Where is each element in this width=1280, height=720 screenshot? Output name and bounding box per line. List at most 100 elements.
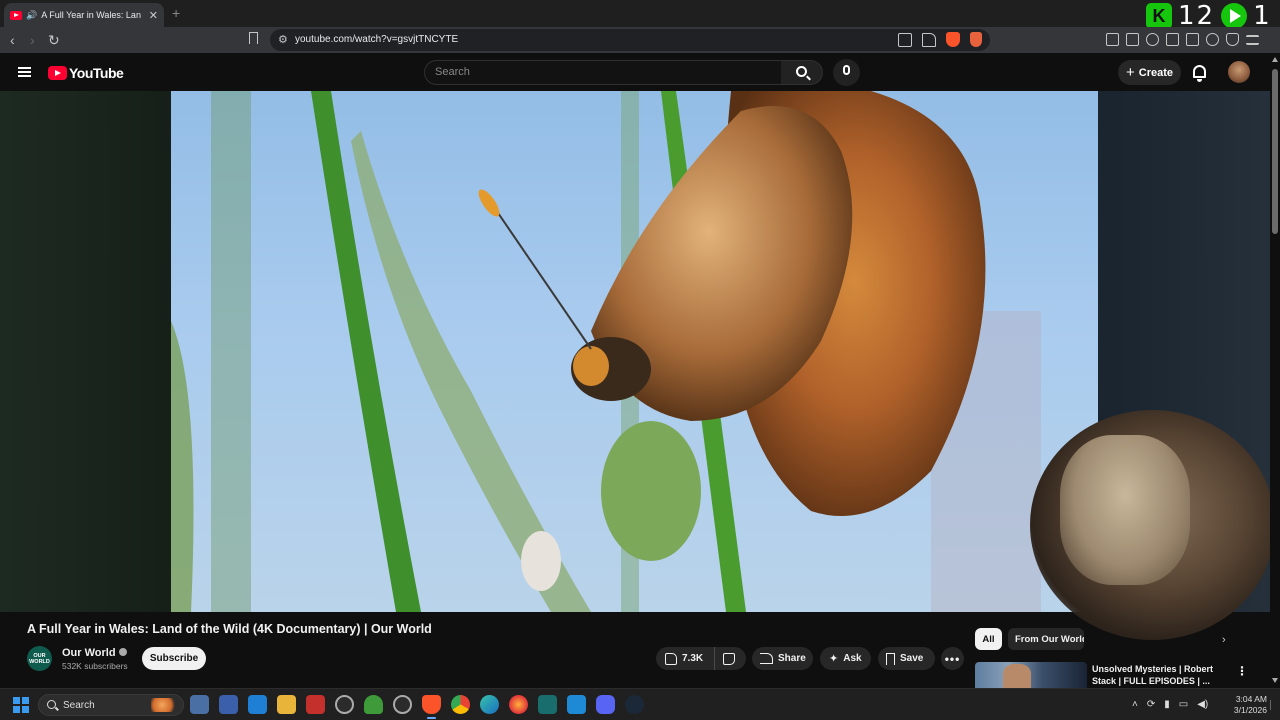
remote-desktop-app-icon[interactable] xyxy=(248,695,267,714)
network-icon[interactable]: ▭ xyxy=(1179,699,1188,710)
show-desktop-icon[interactable] xyxy=(1270,700,1276,710)
sidebar-icon[interactable] xyxy=(1166,33,1179,46)
sparkle-icon: ✦ xyxy=(829,653,839,665)
search-button[interactable] xyxy=(781,60,823,85)
taskbar-time: 3:04 AM xyxy=(1235,694,1267,704)
recommendation-title[interactable]: Unsolved Mysteries | Robert Stack | FULL… xyxy=(1092,663,1222,687)
chatgpt-app-icon[interactable] xyxy=(393,695,412,714)
save-label: Save xyxy=(900,653,924,664)
cast-icon[interactable] xyxy=(898,32,912,47)
scroll-up-icon[interactable] xyxy=(1272,57,1278,62)
address-bar-row: ‹ › ↻ ⚙ youtube.com/watch?v=gsvjtTNCYTE xyxy=(0,27,1280,53)
brave-browser-app-icon[interactable] xyxy=(422,695,441,719)
channel-name-row[interactable]: Our World xyxy=(62,647,127,659)
steam-app-icon[interactable] xyxy=(625,695,644,714)
search-input[interactable] xyxy=(425,61,781,83)
back-icon[interactable]: ‹ xyxy=(10,32,15,48)
channel-name[interactable]: Our World xyxy=(62,647,116,659)
discord-app-icon[interactable] xyxy=(596,695,615,714)
thumbnail-face xyxy=(1003,664,1031,688)
youtube-wordmark: YouTube xyxy=(69,65,124,81)
news-app-icon[interactable] xyxy=(306,695,325,714)
browser-tab-bar: 🔊 A Full Year in Wales: Land of the Wild… xyxy=(0,0,1280,31)
taskbar-date: 3/1/2026 xyxy=(1233,705,1267,715)
extensions-icon[interactable] xyxy=(1106,33,1119,46)
reload-icon[interactable]: ↻ xyxy=(48,32,60,49)
taskbar-clock[interactable]: 3:04 AM 3/1/2026 xyxy=(1231,694,1267,716)
chip-from-our-world[interactable]: From Our World xyxy=(1008,628,1084,650)
windows-start-icon[interactable] xyxy=(13,697,29,713)
thumbs-up-icon xyxy=(665,652,677,665)
scroll-down-icon[interactable] xyxy=(1272,678,1278,683)
channel-avatar[interactable]: OUR WORLD xyxy=(27,646,52,671)
ask-button[interactable]: ✦ Ask xyxy=(820,647,871,670)
overlay-counter: K 12 1 xyxy=(1146,1,1272,31)
url-text[interactable]: youtube.com/watch?v=gsvjtTNCYTE xyxy=(295,34,458,45)
video-frame-butterfly xyxy=(171,91,1041,612)
chrome-app-icon[interactable] xyxy=(451,695,470,714)
thumbs-down-icon[interactable] xyxy=(723,652,735,665)
forward-icon[interactable]: › xyxy=(30,32,35,48)
shield-app-icon[interactable] xyxy=(364,695,383,714)
account-avatar[interactable] xyxy=(1228,61,1250,83)
music-icon[interactable] xyxy=(1146,33,1159,46)
chip-all[interactable]: All xyxy=(975,628,1002,650)
site-info-icon[interactable]: ⚙ xyxy=(278,33,288,46)
screenshot-icon[interactable] xyxy=(1126,33,1139,46)
brave-shields-icon[interactable] xyxy=(946,32,960,47)
verified-icon xyxy=(118,648,127,657)
create-button[interactable]: + Create xyxy=(1118,60,1181,85)
browser-menu-icon[interactable] xyxy=(1246,35,1259,45)
youtube-logo[interactable]: YouTube xyxy=(48,65,124,81)
leo-ai-icon[interactable] xyxy=(1206,33,1219,46)
voice-search-button[interactable] xyxy=(833,59,860,86)
tray-overflow-icon[interactable]: ˄ xyxy=(1132,699,1138,710)
copilot-app-icon[interactable] xyxy=(190,695,209,714)
clock-app-icon[interactable] xyxy=(335,695,354,714)
wallet-icon[interactable] xyxy=(1186,33,1199,46)
file-explorer-app-icon[interactable] xyxy=(277,695,296,714)
search-icon xyxy=(796,66,807,77)
share-button[interactable]: Share xyxy=(752,647,813,670)
share-page-icon[interactable] xyxy=(922,32,936,47)
brave-rewards-icon[interactable] xyxy=(970,32,982,47)
browser-tab[interactable]: 🔊 A Full Year in Wales: Land of the Wild… xyxy=(4,3,164,27)
scrollbar-thumb[interactable] xyxy=(1272,69,1278,234)
omnibox[interactable]: ⚙ youtube.com/watch?v=gsvjtTNCYTE xyxy=(270,29,990,51)
subscribe-button[interactable]: Subscribe xyxy=(142,647,206,670)
sync-icon[interactable]: ⟳ xyxy=(1147,699,1155,710)
speaker-icon[interactable]: 🔊 xyxy=(26,10,37,21)
notifications-bell-icon[interactable] xyxy=(1193,65,1206,82)
new-tab-icon[interactable]: + xyxy=(172,5,180,21)
subscriber-count: 532K subscribers xyxy=(62,661,128,671)
k-badge-icon: K xyxy=(1146,3,1172,29)
edge-app-icon[interactable] xyxy=(480,695,499,714)
volume-icon[interactable]: ◀) xyxy=(1197,699,1208,710)
more-horizontal-icon: ••• xyxy=(944,651,961,666)
play-badge-icon xyxy=(1221,3,1248,29)
hamburger-menu-icon[interactable] xyxy=(18,67,31,77)
tab-title: A Full Year in Wales: Land of the Wild xyxy=(41,10,141,20)
vscode-app-icon[interactable] xyxy=(567,695,586,714)
kebab-menu-icon[interactable]: ⋮ xyxy=(1236,664,1248,678)
vpn-shield-icon[interactable] xyxy=(1226,33,1239,46)
bookmark-page-icon[interactable] xyxy=(249,32,258,44)
outlook-app-icon[interactable] xyxy=(219,695,238,714)
like-button[interactable]: 7.3K xyxy=(656,647,715,670)
mic-tray-icon[interactable]: ▮ xyxy=(1164,699,1170,710)
plus-icon: + xyxy=(1125,64,1135,81)
save-button[interactable]: Save xyxy=(878,647,935,670)
taskbar-search[interactable]: Search xyxy=(38,694,184,716)
more-actions-button[interactable]: ••• xyxy=(941,647,964,670)
video-player[interactable] xyxy=(171,91,1098,612)
firefox-app-icon[interactable] xyxy=(509,695,528,714)
youtube-play-logo-icon xyxy=(48,66,67,80)
close-tab-icon[interactable]: ✕ xyxy=(149,9,158,22)
taskbar-search-label: Search xyxy=(63,700,95,711)
video-title: A Full Year in Wales: Land of the Wild (… xyxy=(27,622,432,636)
chevron-right-icon[interactable]: › xyxy=(1222,634,1226,646)
page-scrollbar[interactable] xyxy=(1270,53,1280,688)
like-count: 7.3K xyxy=(682,653,704,664)
game-app-icon[interactable] xyxy=(538,695,557,714)
recommendation-thumbnail[interactable] xyxy=(975,662,1087,688)
